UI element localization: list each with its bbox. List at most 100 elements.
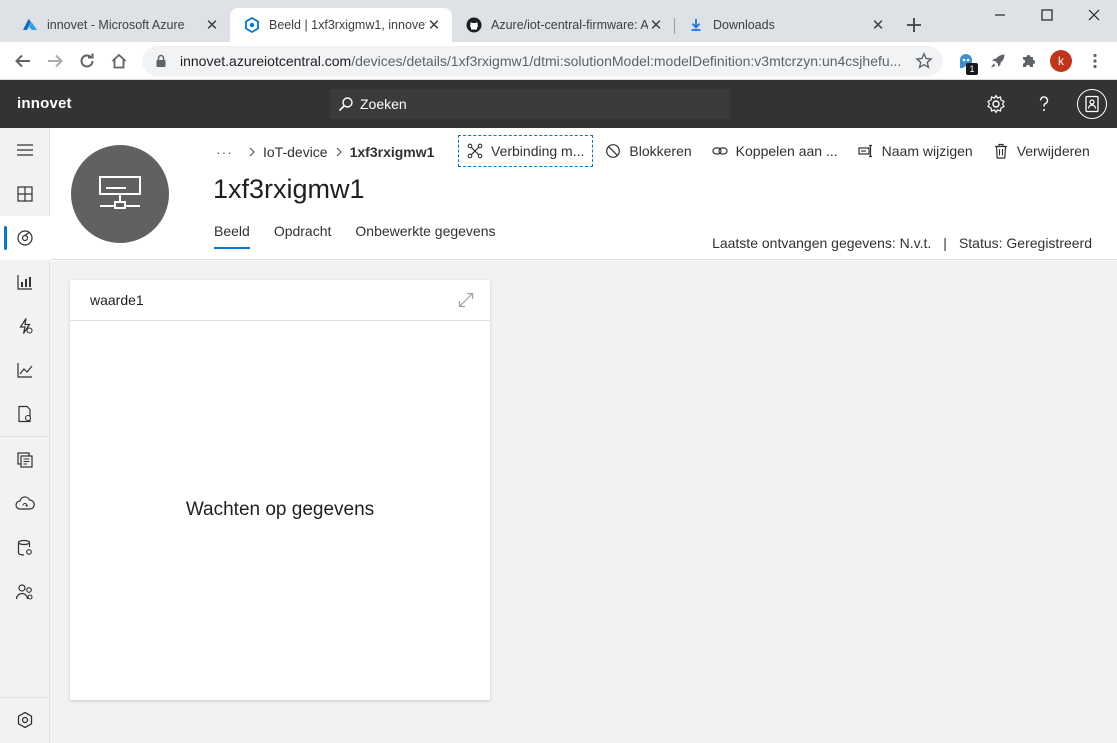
breadcrumb-current: 1xf3rxigmw1 <box>349 144 435 160</box>
device-status: Status: Geregistreerd <box>958 235 1092 251</box>
device-templates-icon[interactable] <box>0 438 50 482</box>
close-icon[interactable]: ✕ <box>648 17 664 34</box>
telemetry-tile: waarde1 Wachten op gegevens <box>70 280 490 700</box>
dashboard-icon[interactable] <box>0 172 50 216</box>
minimize-icon[interactable] <box>977 0 1023 30</box>
administration-icon[interactable] <box>0 698 50 742</box>
permissions-icon[interactable] <box>0 570 50 614</box>
left-nav-rail <box>0 128 50 743</box>
browser-tab-downloads[interactable]: Downloads ✕ <box>674 8 896 42</box>
breadcrumb-more[interactable]: ··· <box>216 144 233 160</box>
app-name[interactable]: innovet <box>17 95 72 112</box>
tab-opdracht[interactable]: Opdracht <box>274 223 332 249</box>
waiting-for-data-message: Wachten op gegevens <box>185 499 375 520</box>
device-avatar <box>71 145 169 243</box>
browser-tab-beeld[interactable]: Beeld | 1xf3rxigmw1, innovet ✕ <box>230 8 452 42</box>
block-button[interactable]: Blokkeren <box>597 135 699 167</box>
delete-label: Verwijderen <box>1016 143 1090 159</box>
data-export-icon[interactable] <box>0 482 50 526</box>
device-server-icon <box>96 174 144 214</box>
url-text: innovet.azureiotcentral.com/devices/deta… <box>180 53 907 69</box>
forward-icon[interactable] <box>44 50 66 72</box>
jobs-icon[interactable] <box>0 392 50 436</box>
close-icon[interactable]: ✕ <box>870 17 886 34</box>
github-icon <box>466 17 482 33</box>
browser-toolbar: innovet.azureiotcentral.com/devices/deta… <box>0 42 1117 80</box>
hamburger-menu-icon[interactable] <box>0 128 50 172</box>
extension-badge: 1 <box>966 63 978 75</box>
browser-tab-github[interactable]: Azure/iot-central-firmware: A ✕ <box>452 8 674 42</box>
profile-avatar[interactable]: k <box>1050 50 1072 72</box>
browser-tab-strip: innovet - Microsoft Azure ✕ Beeld | 1xf3… <box>0 0 1117 42</box>
back-icon[interactable] <box>12 50 34 72</box>
home-icon[interactable] <box>108 50 130 72</box>
expand-icon[interactable] <box>458 292 474 308</box>
rename-label: Naam wijzigen <box>881 143 973 159</box>
close-icon[interactable]: ✕ <box>426 17 442 34</box>
tab-title: Downloads <box>713 18 775 32</box>
extensions-puzzle-icon[interactable] <box>1019 51 1039 71</box>
rail-divider <box>0 436 50 437</box>
attach-gateway-button[interactable]: Koppelen aan ... <box>704 135 846 167</box>
device-groups-icon[interactable] <box>0 260 50 304</box>
help-icon[interactable] <box>1033 93 1055 115</box>
analytics-icon[interactable] <box>0 348 50 392</box>
attach-label: Koppelen aan ... <box>735 143 838 159</box>
tile-body: Wachten op gegevens <box>70 321 490 699</box>
tile-title: waarde1 <box>90 292 144 308</box>
connect-button[interactable]: Verbinding m... <box>458 135 594 167</box>
tab-title: Beeld | 1xf3rxigmw1, innovet <box>269 18 426 32</box>
gear-icon[interactable] <box>985 93 1007 115</box>
dashboard-canvas: waarde1 Wachten op gegevens <box>50 261 1117 743</box>
block-label: Blokkeren <box>629 143 692 159</box>
breadcrumb: ··· IoT-device 1xf3rxigmw1 <box>216 144 434 160</box>
block-icon <box>605 143 621 159</box>
tile-header: waarde1 <box>70 280 490 321</box>
rename-icon <box>858 143 874 159</box>
rules-icon[interactable] <box>0 304 50 348</box>
download-icon <box>688 17 704 33</box>
tab-title: innovet - Microsoft Azure <box>47 18 185 32</box>
browser-menu-icon[interactable] <box>1085 51 1105 71</box>
data-settings-icon[interactable] <box>0 526 50 570</box>
device-status-line: Laatste ontvangen gegevens: N.v.t. | Statu… <box>712 235 1092 251</box>
new-tab-icon[interactable] <box>904 15 924 35</box>
search-icon <box>338 96 354 112</box>
chevron-right-icon <box>247 147 257 157</box>
delete-button[interactable]: Verwijderen <box>985 135 1098 167</box>
devices-icon[interactable] <box>0 216 50 260</box>
connect-label: Verbinding m... <box>491 143 585 159</box>
rocket-icon[interactable] <box>988 51 1008 71</box>
command-bar: Verbinding m... Blokkeren Koppelen aan .… <box>458 135 1102 167</box>
reload-icon[interactable] <box>76 50 98 72</box>
tab-onbewerkte-gegevens[interactable]: Onbewerkte gegevens <box>355 223 495 249</box>
account-icon[interactable] <box>1077 89 1107 119</box>
url-path: /devices/details/1xf3rxigmw1/dtmi:soluti… <box>351 53 902 69</box>
tab-separator <box>674 18 675 34</box>
link-icon <box>712 143 728 159</box>
tab-beeld[interactable]: Beeld <box>214 223 250 249</box>
status-separator: | <box>943 235 947 251</box>
address-bar[interactable]: innovet.azureiotcentral.com/devices/deta… <box>142 46 943 76</box>
breadcrumb-parent[interactable]: IoT-device <box>263 144 328 160</box>
rename-button[interactable]: Naam wijzigen <box>850 135 981 167</box>
connect-icon <box>467 143 483 159</box>
browser-tab-azure[interactable]: innovet - Microsoft Azure ✕ <box>8 8 230 42</box>
device-title: 1xf3rxigmw1 <box>213 174 365 204</box>
chevron-right-icon <box>334 147 344 157</box>
window-close-icon[interactable] <box>1071 0 1117 30</box>
last-data-received: Laatste ontvangen gegevens: N.v.t. <box>712 235 932 251</box>
trash-icon <box>993 143 1009 159</box>
app-header: innovet Zoeken <box>0 80 1117 128</box>
search-placeholder: Zoeken <box>360 96 407 112</box>
azure-icon <box>22 17 38 33</box>
url-host: innovet.azureiotcentral.com <box>180 53 352 69</box>
tab-title: Azure/iot-central-firmware: A <box>491 18 648 32</box>
close-icon[interactable]: ✕ <box>204 17 220 34</box>
maximize-icon[interactable] <box>1024 0 1070 30</box>
device-header: ··· IoT-device 1xf3rxigmw1 Verbinding m.… <box>50 128 1117 260</box>
iot-central-icon <box>244 17 260 33</box>
lock-icon <box>154 54 168 68</box>
search-box[interactable]: Zoeken <box>330 89 730 119</box>
bookmark-star-icon[interactable] <box>915 52 933 70</box>
